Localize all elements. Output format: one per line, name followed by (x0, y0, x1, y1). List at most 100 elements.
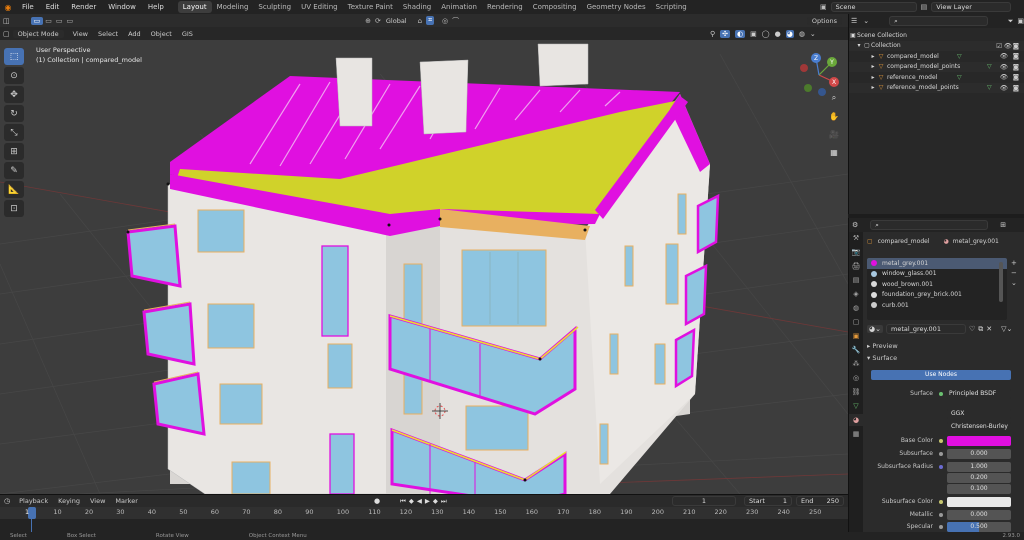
camera-icon[interactable]: ◙ (1013, 42, 1019, 50)
blender-logo-icon[interactable]: ◉ (0, 3, 16, 12)
socket-dot-icon[interactable] (939, 391, 943, 396)
shading-rendered-icon[interactable]: ◍ (799, 30, 805, 38)
material-name-field[interactable]: metal_grey.001 (885, 324, 966, 334)
play-reverse-icon[interactable]: ◀ (417, 497, 422, 506)
menu-timeline-view[interactable]: View (85, 497, 110, 505)
object-mode-dropdown[interactable]: Object Mode (12, 29, 64, 38)
world-tab-icon[interactable]: ◍ (849, 302, 863, 314)
tab-scripting[interactable]: Scripting (651, 1, 692, 13)
proportional-falloff-icon[interactable]: ⌒ (452, 16, 459, 26)
distribution-dropdown[interactable]: GGX (947, 408, 1011, 419)
metallic-field[interactable]: 0.000 (947, 509, 1011, 520)
options-dropdown[interactable]: Options (806, 16, 842, 25)
snap-icon[interactable]: ⌂ (418, 17, 422, 25)
scale-tool-icon[interactable]: ⤡ (4, 124, 24, 141)
socket-dot-icon[interactable] (939, 451, 943, 456)
scene-icon[interactable]: ▣ (820, 3, 827, 11)
camera-icon[interactable]: ◙ (1013, 63, 1019, 71)
list-item[interactable]: window_glass.001 (867, 269, 1007, 280)
tab-compositing[interactable]: Compositing (528, 1, 582, 13)
eye-icon[interactable]: 👁 (1000, 52, 1008, 60)
slot-list-scrollbar[interactable] (999, 262, 1003, 302)
camera-icon[interactable]: ◙ (1013, 52, 1019, 60)
select-extend-icon[interactable]: ▭ (43, 17, 54, 25)
ortho-grid-icon[interactable]: ▦ (826, 144, 842, 160)
view-layer-selector[interactable]: View Layer (931, 2, 1012, 12)
particles-tab-icon[interactable]: ⁂ (849, 358, 863, 370)
pin-icon[interactable]: ⊞ (1000, 221, 1006, 229)
end-frame-field[interactable]: End 250 (796, 496, 844, 506)
eye-icon[interactable]: 👁 (1000, 73, 1008, 81)
slot-menu-icon[interactable]: ⌄ (1011, 278, 1017, 288)
zoom-icon[interactable]: ⌕ (826, 90, 842, 106)
view-layer-icon[interactable]: ▤ (921, 3, 928, 11)
eye-icon[interactable]: 👁 (1004, 42, 1012, 50)
menu-edit[interactable]: Edit (40, 3, 66, 11)
menu-file[interactable]: File (16, 3, 40, 11)
orientation-dropdown[interactable]: Global (381, 17, 412, 25)
menu-add[interactable]: Add (123, 30, 146, 38)
list-item[interactable]: curb.001 (867, 300, 1007, 311)
expand-arrow-icon[interactable]: ▸ (869, 84, 877, 91)
expand-arrow-icon[interactable]: ▸ (869, 74, 877, 81)
menu-playback[interactable]: Playback (14, 497, 53, 505)
properties-search-input[interactable]: ⌕ (870, 220, 989, 230)
outliner-item-compared-model-points[interactable]: ▸ ▽ compared_model_points ▽ 👁 ◙ (849, 61, 1024, 72)
menu-window[interactable]: Window (102, 3, 142, 11)
physics-tab-icon[interactable]: ◎ (849, 372, 863, 384)
eye-icon[interactable]: 👁 (1000, 84, 1008, 92)
tab-geometry-nodes[interactable]: Geometry Nodes (582, 1, 651, 13)
overlay-toggle-icon[interactable]: ◐ (735, 29, 746, 38)
tab-rendering[interactable]: Rendering (482, 1, 528, 13)
preview-panel-header[interactable]: ▸ Preview (867, 342, 898, 350)
timeline-editor-icon[interactable]: ◷ (0, 497, 14, 505)
render-tab-icon[interactable]: 📷 (849, 246, 863, 258)
material-slot-list[interactable]: metal_grey.001 window_glass.001 wood_bro… (867, 258, 1007, 320)
list-item[interactable]: wood_brown.001 (867, 279, 1007, 290)
output-tab-icon[interactable]: 🖨 (849, 260, 863, 272)
remove-slot-icon[interactable]: − (1011, 268, 1017, 278)
outliner-search-input[interactable]: ⌕ (889, 16, 988, 26)
subsurface-radius-y[interactable]: 0.200 (947, 472, 1011, 483)
camera-icon[interactable]: ◙ (1013, 73, 1019, 81)
fake-user-icon[interactable]: ♡ (969, 325, 975, 333)
pan-hand-icon[interactable]: ✋ (826, 108, 842, 124)
specular-field[interactable]: 0.500 (947, 521, 1011, 532)
modifier-tab-icon[interactable]: 🔧 (849, 344, 863, 356)
select-invert-icon[interactable]: ▭ (65, 17, 76, 25)
outliner-scene-collection[interactable]: ▣ Scene Collection (849, 30, 1024, 41)
shading-wireframe-icon[interactable]: ◯ (762, 30, 770, 38)
proportional-edit-icon[interactable]: ◎ (442, 17, 448, 25)
editor-type-icon[interactable]: ◫ (0, 17, 13, 25)
start-frame-field[interactable]: Start 1 (744, 496, 792, 506)
menu-render[interactable]: Render (65, 3, 102, 11)
object-type-visibility-icon[interactable]: ⚲ (710, 30, 715, 38)
object-tab-icon[interactable]: ▣ (849, 330, 863, 342)
base-color-swatch[interactable] (947, 435, 1011, 446)
camera-view-icon[interactable]: 🎥 (826, 126, 842, 142)
list-item[interactable]: foundation_grey_brick.001 (867, 290, 1007, 301)
link-filter-icon[interactable]: ▽⌄ (1001, 325, 1012, 333)
menu-select[interactable]: Select (93, 30, 123, 38)
collection-tab-icon[interactable]: ▢ (849, 316, 863, 328)
tab-shading[interactable]: Shading (398, 1, 436, 13)
socket-dot-icon[interactable] (939, 499, 943, 504)
xray-toggle-icon[interactable]: ▣ (750, 30, 757, 38)
menu-object[interactable]: Object (146, 30, 177, 38)
scene-selector[interactable]: Scene (830, 2, 917, 12)
outliner-item-reference-model[interactable]: ▸ ▽ reference_model ▽ 👁 ◙ (849, 72, 1024, 83)
subsurface-color-swatch[interactable] (947, 496, 1011, 507)
3d-viewport[interactable]: ◫ ▭ ▭ ▭ ▭ ⊕ ⟳ Global ⌂ ⌗ ◎ ⌒ Options ▢ O… (0, 14, 848, 494)
menu-view[interactable]: View (68, 30, 93, 38)
socket-dot-icon[interactable] (939, 464, 943, 469)
socket-dot-icon[interactable] (939, 512, 943, 517)
transform-pivot-icon[interactable]: ⊕ (365, 17, 371, 25)
outliner-item-reference-model-points[interactable]: ▸ ▽ reference_model_points ▽ 👁 ◙ (849, 82, 1024, 93)
surface-shader-field[interactable]: Principled BSDF (947, 388, 1011, 399)
subsurface-radius-z[interactable]: 0.100 (947, 483, 1011, 494)
transform-tool-icon[interactable]: ⊞ (4, 143, 24, 160)
outliner-collection[interactable]: ▾ ▢ Collection ☑ 👁 ◙ (849, 40, 1024, 51)
duplicate-material-icon[interactable]: ⧉ (978, 325, 983, 334)
shading-options-icon[interactable]: ⌄ (810, 30, 816, 38)
add-slot-icon[interactable]: + (1011, 258, 1017, 268)
